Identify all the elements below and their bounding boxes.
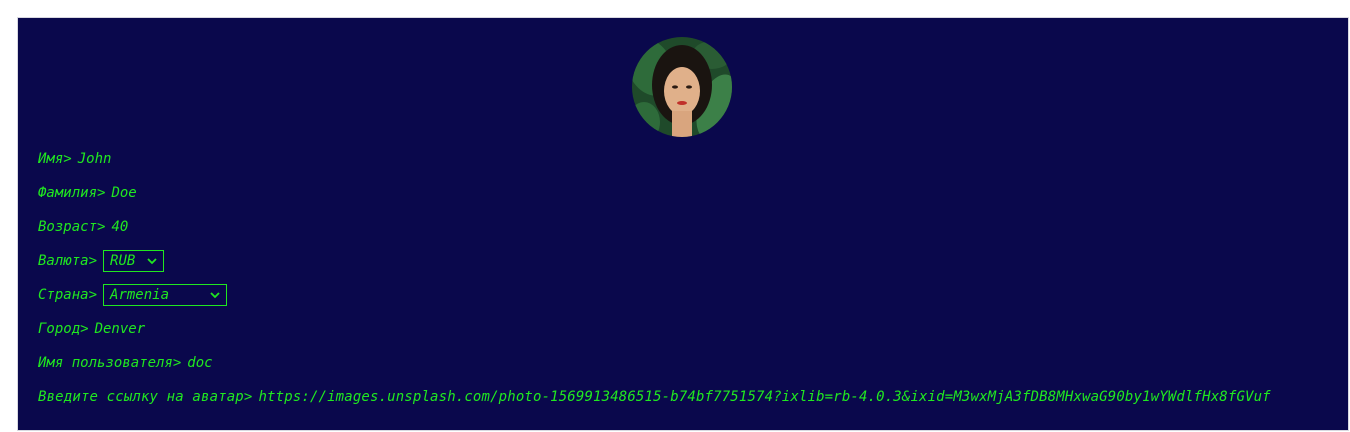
first-name-row: Имя> John — [38, 147, 111, 171]
last-name-row: Фамилия> Doe — [38, 181, 137, 205]
city-row: Город> Denver — [38, 317, 145, 341]
avatar-url-row: Введите ссылку на аватар> https://images… — [38, 385, 1338, 409]
country-select[interactable]: Armenia — [103, 284, 228, 306]
chevron-down-icon — [147, 256, 157, 266]
first-name-label: Имя> — [38, 151, 72, 167]
city-value[interactable]: Denver — [95, 321, 146, 337]
avatar-url-label: Введите ссылку на аватар> — [38, 389, 253, 405]
first-name-value[interactable]: John — [78, 151, 112, 167]
chevron-down-icon — [210, 290, 220, 300]
currency-row: Валюта> RUB — [38, 249, 165, 273]
avatar-photo — [632, 37, 732, 137]
age-label: Возраст> — [38, 219, 106, 235]
profile-panel: Имя> John Фамилия> Doe Возраст> 40 Валют… — [18, 18, 1348, 430]
avatar — [632, 37, 732, 137]
currency-label: Валюта> — [38, 253, 98, 269]
currency-select[interactable]: RUB — [103, 250, 165, 272]
city-label: Город> — [38, 321, 89, 337]
avatar-url-value[interactable]: https://images.unsplash.com/photo-156991… — [258, 389, 1270, 405]
username-value[interactable]: doc — [187, 355, 212, 371]
country-label: Страна> — [38, 287, 98, 303]
country-row: Страна> Armenia — [38, 283, 228, 307]
username-row: Имя пользователя> doc — [38, 351, 213, 375]
age-row: Возраст> 40 — [38, 215, 128, 239]
country-selected: Armenia — [110, 287, 170, 303]
username-label: Имя пользователя> — [38, 355, 182, 371]
age-value[interactable]: 40 — [111, 219, 128, 235]
last-name-label: Фамилия> — [38, 185, 106, 201]
last-name-value[interactable]: Doe — [111, 185, 136, 201]
currency-selected: RUB — [110, 253, 136, 269]
